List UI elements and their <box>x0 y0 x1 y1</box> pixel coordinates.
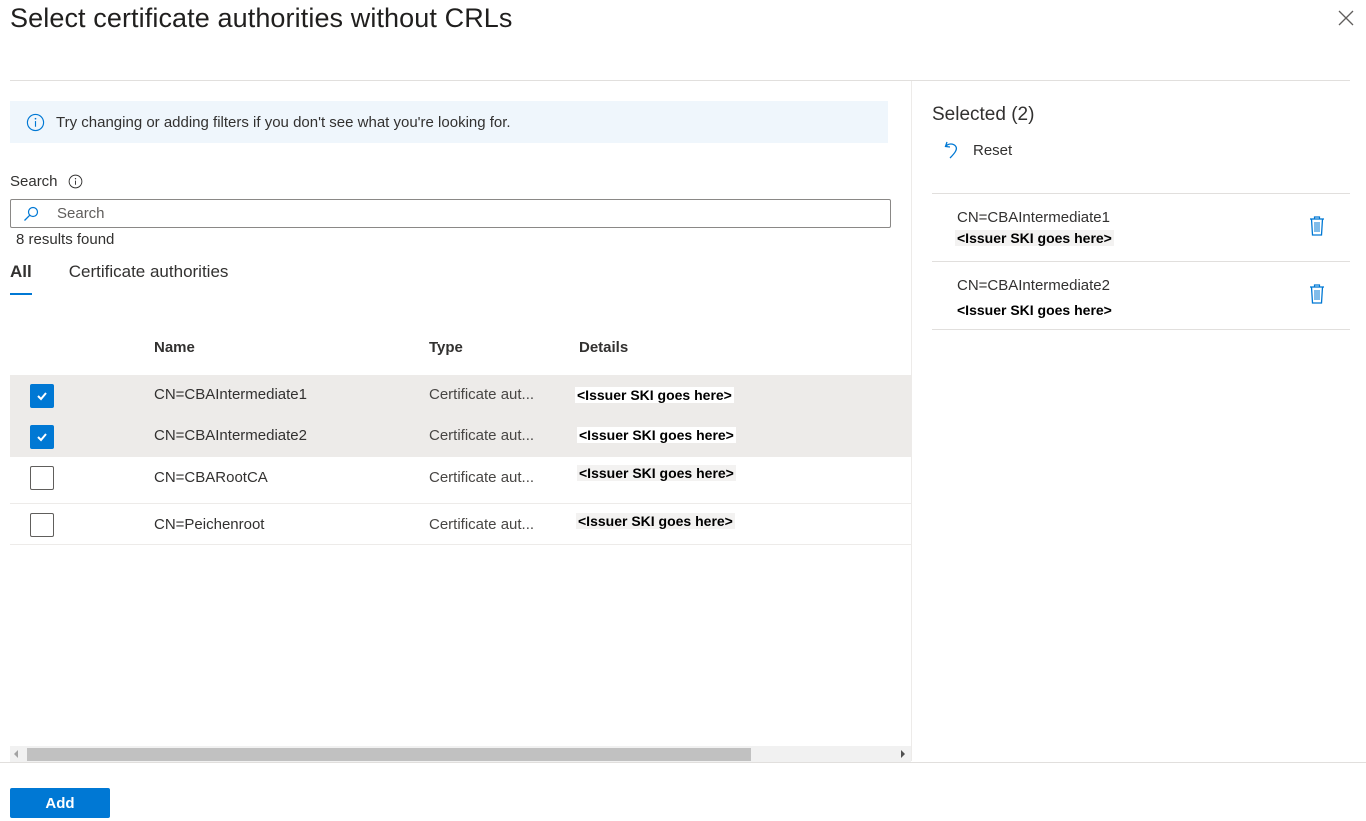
row-details: <Issuer SKI goes here> <box>577 465 736 481</box>
scroll-right-icon[interactable] <box>901 750 905 758</box>
reset-label: Reset <box>973 141 1013 159</box>
results-table: Name Type Details CN=CBAIntermediate1 Ce… <box>10 330 911 545</box>
selected-item-name: CN=CBAIntermediate1 <box>957 209 1110 226</box>
row-checkbox[interactable] <box>30 513 54 537</box>
footer-divider <box>0 762 1366 763</box>
checkmark-icon <box>37 392 47 401</box>
checkmark-icon <box>37 433 47 442</box>
reset-button[interactable]: Reset <box>943 140 1012 160</box>
add-button[interactable]: Add <box>10 788 110 818</box>
close-button[interactable] <box>1334 6 1358 30</box>
close-icon <box>1338 10 1354 26</box>
row-checkbox[interactable] <box>30 384 54 408</box>
row-checkbox[interactable] <box>30 425 54 449</box>
row-details: <Issuer SKI goes here> <box>575 387 734 403</box>
remove-item-button[interactable] <box>1307 215 1327 237</box>
row-type: Certificate aut... <box>429 516 535 533</box>
row-type: Certificate aut... <box>429 386 535 403</box>
tab-all[interactable]: All <box>10 262 32 296</box>
scroll-left-icon[interactable] <box>14 750 18 758</box>
column-header-name[interactable]: Name <box>154 339 195 356</box>
info-icon <box>26 113 45 131</box>
tab-certificate-authorities[interactable]: Certificate authorities <box>69 262 229 296</box>
row-name: CN=CBAIntermediate1 <box>154 386 307 403</box>
undo-icon <box>944 141 958 159</box>
info-message-text: Try changing or adding filters if you do… <box>56 113 511 131</box>
search-box[interactable] <box>10 199 891 228</box>
results-count: 8 results found <box>16 231 115 248</box>
selected-item: CN=CBAIntermediate1 <Issuer SKI goes her… <box>932 194 1350 262</box>
row-details: <Issuer SKI goes here> <box>576 513 735 529</box>
search-label-row: Search <box>10 173 83 190</box>
table-header: Name Type Details <box>10 330 911 366</box>
selected-item-name: CN=CBAIntermediate2 <box>957 277 1110 294</box>
dialog-title: Select certificate authorities without C… <box>10 3 513 33</box>
horizontal-scrollbar[interactable] <box>10 746 911 762</box>
info-message-bar: Try changing or adding filters if you do… <box>10 101 888 143</box>
search-icon <box>24 206 39 221</box>
header-divider <box>10 80 1350 81</box>
scrollbar-thumb[interactable] <box>27 748 751 761</box>
pane-divider <box>911 81 912 761</box>
filter-tabs: All Certificate authorities <box>10 262 265 296</box>
selected-item: CN=CBAIntermediate2 <Issuer SKI goes her… <box>932 262 1350 330</box>
row-name: CN=CBARootCA <box>154 469 268 486</box>
row-name: CN=Peichenroot <box>154 516 265 533</box>
info-icon[interactable] <box>68 174 83 189</box>
column-header-type[interactable]: Type <box>429 339 463 356</box>
table-row[interactable]: CN=CBARootCA Certificate aut... <Issuer … <box>10 457 911 504</box>
trash-icon <box>1310 284 1324 304</box>
row-checkbox[interactable] <box>30 466 54 490</box>
selected-item-details: <Issuer SKI goes here> <box>955 230 1114 246</box>
table-row[interactable]: CN=CBAIntermediate2 Certificate aut... <… <box>10 416 911 457</box>
selected-items-list: CN=CBAIntermediate1 <Issuer SKI goes her… <box>932 193 1350 330</box>
search-label: Search <box>10 173 58 190</box>
search-input[interactable] <box>57 205 890 222</box>
row-type: Certificate aut... <box>429 469 535 486</box>
row-type: Certificate aut... <box>429 427 535 444</box>
selected-item-details: <Issuer SKI goes here> <box>955 302 1114 318</box>
trash-icon <box>1310 216 1324 236</box>
remove-item-button[interactable] <box>1307 283 1327 305</box>
column-header-details[interactable]: Details <box>579 339 628 356</box>
selected-count-title: Selected (2) <box>932 104 1035 125</box>
row-details: <Issuer SKI goes here> <box>577 427 736 443</box>
table-row[interactable]: CN=Peichenroot Certificate aut... <Issue… <box>10 504 911 545</box>
row-name: CN=CBAIntermediate2 <box>154 427 307 444</box>
table-row[interactable]: CN=CBAIntermediate1 Certificate aut... <… <box>10 375 911 416</box>
